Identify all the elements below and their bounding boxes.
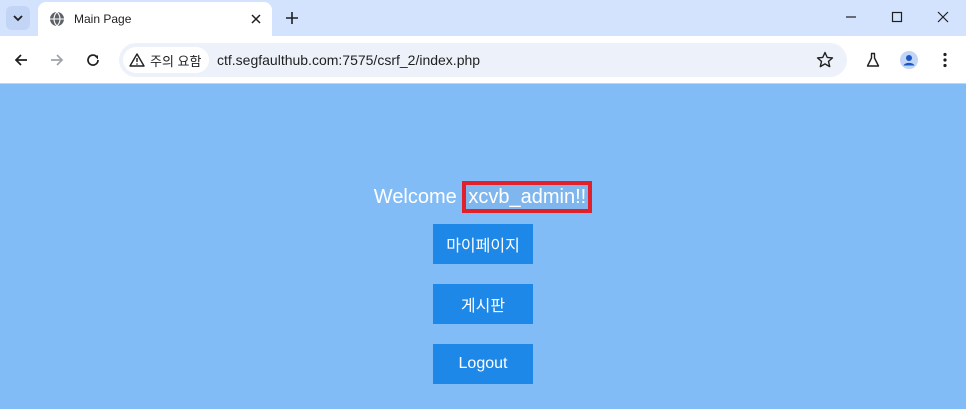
browser-menu-button[interactable] <box>933 48 957 72</box>
active-tab[interactable]: Main Page <box>38 2 272 36</box>
maximize-icon <box>891 11 903 23</box>
back-arrow-icon <box>14 54 27 66</box>
close-window-button[interactable] <box>920 0 966 34</box>
close-window-icon <box>937 11 949 23</box>
back-button[interactable] <box>9 48 33 72</box>
welcome-prefix: Welcome <box>373 186 457 208</box>
labs-flask-icon <box>866 52 880 67</box>
warning-icon <box>129 53 145 67</box>
security-chip[interactable]: 주의 요함 <box>123 47 210 73</box>
browser-toolbar: 주의 요함 ctf.segfaulthub.com:7575/csrf_2/in… <box>0 36 966 84</box>
logout-button[interactable]: Logout <box>433 344 533 384</box>
security-label: 주의 요함 <box>150 53 202 69</box>
minimize-button[interactable] <box>828 0 874 34</box>
bookmark-button[interactable] <box>815 50 835 70</box>
tab-close-button[interactable] <box>246 9 266 29</box>
profile-button[interactable] <box>897 48 921 72</box>
url-text[interactable]: ctf.segfaulthub.com:7575/csrf_2/index.ph… <box>217 52 480 68</box>
tab-strip: Main Page <box>0 0 966 36</box>
labs-button[interactable] <box>861 48 885 72</box>
forward-button[interactable] <box>45 48 69 72</box>
page-content: Welcome xcvb_admin!! 마이페이지 게시판 Logout <box>0 84 966 409</box>
minimize-icon <box>846 16 856 18</box>
forward-arrow-icon <box>51 54 64 66</box>
close-icon <box>251 14 261 24</box>
address-bar[interactable]: 주의 요함 ctf.segfaulthub.com:7575/csrf_2/in… <box>119 43 847 77</box>
tab-title: Main Page <box>74 12 132 26</box>
star-icon <box>816 51 834 68</box>
globe-icon <box>49 11 65 27</box>
profile-icon <box>900 51 918 69</box>
reload-button[interactable] <box>81 48 105 72</box>
reload-icon <box>87 54 99 66</box>
username-highlight: xcvb_admin!! <box>462 181 593 213</box>
plus-icon <box>286 12 298 24</box>
mypage-button[interactable]: 마이페이지 <box>433 224 533 264</box>
maximize-button[interactable] <box>874 0 920 34</box>
new-tab-button[interactable] <box>280 6 304 30</box>
board-button[interactable]: 게시판 <box>433 284 533 324</box>
tab-search-icon <box>13 15 23 22</box>
welcome-message: Welcome xcvb_admin!! <box>0 181 966 213</box>
more-vert-icon <box>943 52 947 68</box>
tab-search-button[interactable] <box>6 6 30 30</box>
